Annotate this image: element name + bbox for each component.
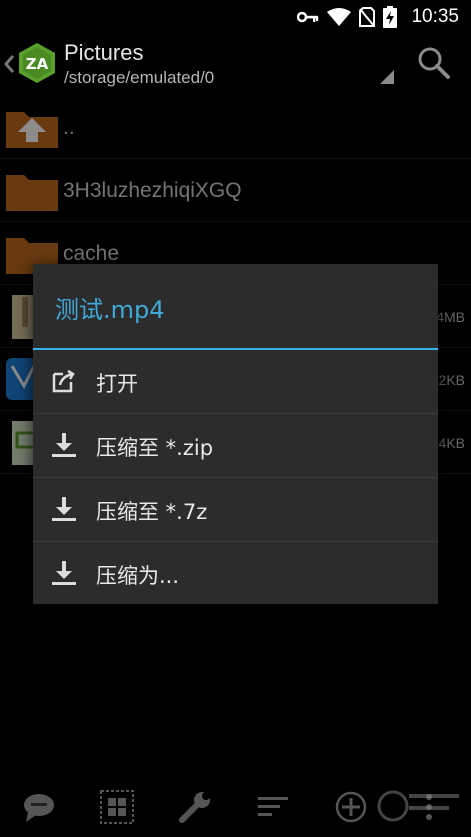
menu-item-label: 压缩为... — [96, 564, 180, 588]
folder-title: Pictures — [64, 40, 144, 65]
app-bar: ZA Pictures /storage/emulated/0 — [0, 34, 471, 96]
dialog-menu: 打开 压缩至 *.zip 压缩至 *.7z 压缩为... — [33, 350, 438, 605]
back-chevron-icon[interactable] — [2, 50, 16, 78]
download-icon — [52, 433, 76, 457]
grid-select-icon[interactable] — [100, 790, 134, 824]
menu-item-label: 打开 — [96, 372, 138, 396]
search-icon[interactable] — [417, 46, 451, 80]
chat-bubble-icon[interactable] — [22, 790, 56, 824]
dialog-title: 测试.mp4 — [55, 296, 165, 324]
bottom-toolbar — [0, 776, 471, 837]
svg-text:ZA: ZA — [26, 55, 49, 73]
menu-item-label: 压缩至 *.zip — [96, 436, 214, 460]
download-icon — [52, 497, 76, 521]
status-bar: 10:35 — [0, 0, 471, 34]
menu-item-label: 压缩至 *.7z — [96, 500, 208, 524]
sort-icon[interactable] — [256, 790, 290, 824]
download-icon — [52, 561, 76, 585]
key-icon — [297, 11, 319, 23]
wrench-icon[interactable] — [178, 790, 212, 824]
menu-item-open[interactable]: 打开 — [33, 350, 438, 414]
open-external-icon — [52, 369, 75, 393]
add-circle-icon[interactable] — [334, 790, 368, 824]
menu-item-compress-as[interactable]: 压缩为... — [33, 542, 438, 605]
folder-path[interactable]: /storage/emulated/0 — [64, 68, 214, 88]
status-time: 10:35 — [411, 6, 459, 27]
file-action-dialog: 测试.mp4 打开 压缩至 *.zip 压缩至 *.7z 压缩为... — [33, 264, 438, 604]
battery-charging-icon — [383, 6, 398, 28]
menu-item-compress-7z[interactable]: 压缩至 *.7z — [33, 478, 438, 542]
zarchiver-logo-icon[interactable]: ZA — [18, 42, 56, 84]
watermark-logo-icon — [377, 790, 459, 822]
status-icons: 10:35 — [297, 0, 471, 34]
wifi-icon — [327, 8, 352, 26]
no-sim-icon — [359, 7, 376, 27]
menu-item-compress-zip[interactable]: 压缩至 *.zip — [33, 414, 438, 478]
dropdown-triangle-icon[interactable] — [378, 68, 394, 84]
